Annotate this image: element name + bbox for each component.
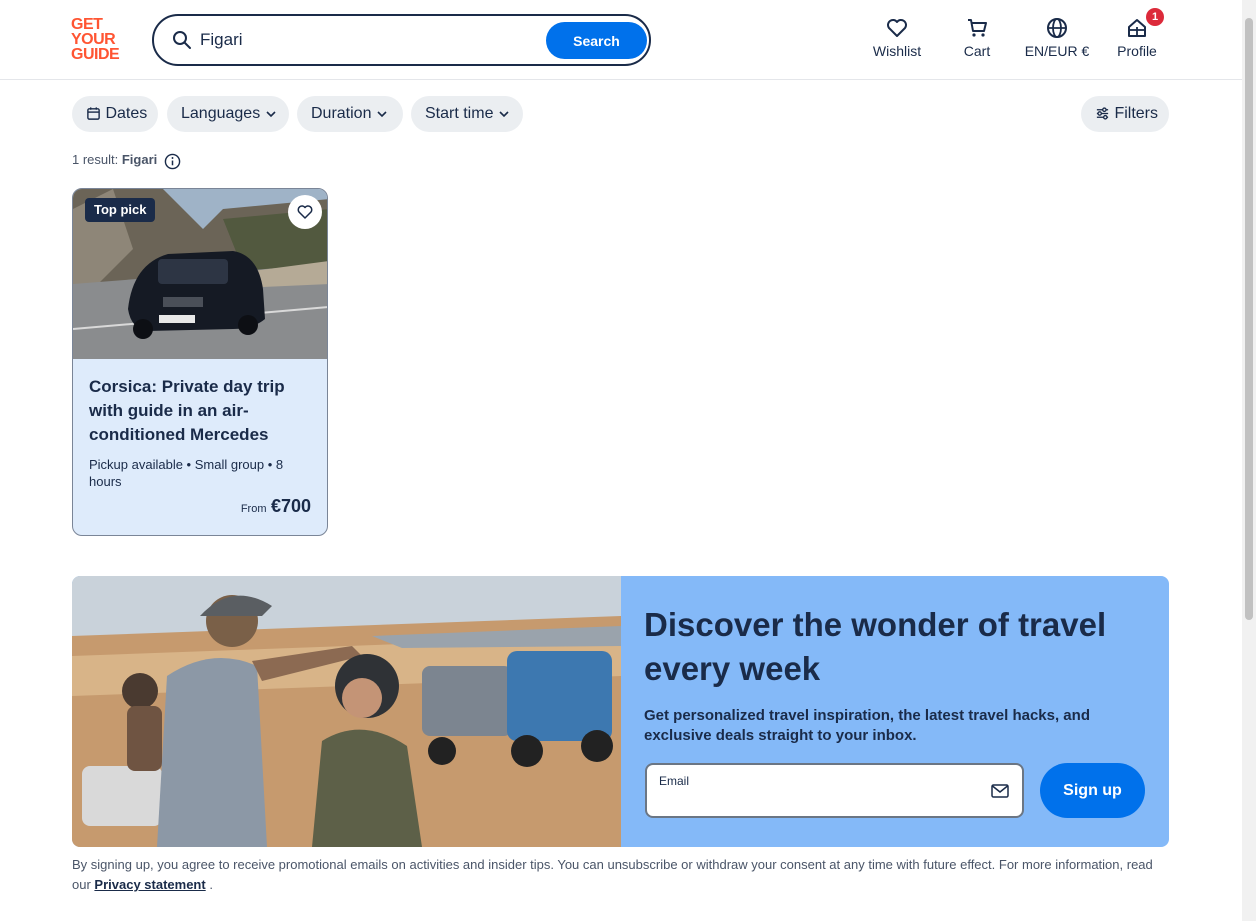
legal-notice: By signing up, you agree to receive prom… — [72, 855, 1172, 895]
filter-dates-label: Dates — [105, 105, 148, 122]
newsletter-subtitle: Get personalized travel inspiration, the… — [644, 707, 1090, 744]
logo-line: GUIDE — [71, 46, 120, 63]
filter-start-time-label: Start time — [425, 105, 494, 122]
chevron-down-icon — [377, 111, 387, 117]
nav-cart-label: Cart — [963, 43, 991, 59]
activity-details: Pickup available • Small group • 8 hours — [89, 457, 284, 489]
sliders-icon — [1096, 107, 1109, 120]
heart-icon — [297, 205, 313, 219]
filter-languages-label: Languages — [181, 105, 261, 122]
filter-start-time[interactable]: Start time — [411, 96, 523, 132]
filters-button-label: Filters — [1114, 105, 1159, 122]
calendar-icon — [87, 107, 100, 121]
result-query: Figari — [121, 152, 158, 167]
email-input[interactable] — [659, 791, 959, 811]
nav-language-label: EN/EUR € — [1024, 43, 1090, 59]
add-to-wishlist-button[interactable] — [288, 195, 322, 229]
nav-wishlist[interactable]: Wishlist — [866, 16, 928, 66]
filter-languages[interactable]: Languages — [167, 96, 289, 132]
search-bar[interactable]: Search — [152, 14, 651, 66]
activity-title[interactable]: Corsica: Private day trip with guide in … — [89, 375, 315, 447]
cart-icon — [968, 19, 987, 37]
heart-icon — [887, 19, 907, 37]
price-amount: €700 — [270, 496, 311, 516]
globe-icon — [1047, 18, 1067, 38]
nav-profile[interactable]: 1 Profile — [1110, 8, 1164, 66]
scrollbar-thumb[interactable] — [1245, 18, 1253, 620]
info-icon[interactable] — [164, 153, 181, 170]
search-button[interactable]: Search — [546, 22, 647, 59]
nav-cart[interactable]: Cart — [952, 16, 1002, 66]
email-label: Email — [659, 774, 690, 788]
privacy-statement-link[interactable]: Privacy statement — [94, 877, 205, 892]
result-count-prefix: 1 result: — [72, 152, 122, 167]
newsletter-title: Discover the wonder of travel every week — [644, 606, 1107, 687]
mail-icon — [991, 784, 1009, 798]
chevron-down-icon — [499, 111, 509, 117]
search-icon — [173, 31, 191, 49]
newsletter-image — [72, 576, 621, 847]
top-pick-badge: Top pick — [85, 198, 156, 222]
site-header: GET YOUR GUIDE Search Wishlist Cart EN/E — [0, 0, 1242, 80]
filter-duration[interactable]: Duration — [297, 96, 403, 132]
email-field[interactable]: Email — [645, 763, 1024, 818]
filters-button[interactable]: Filters — [1081, 96, 1169, 132]
sign-up-button[interactable]: Sign up — [1040, 763, 1145, 818]
nav-language-currency[interactable]: EN/EUR € — [1020, 16, 1094, 66]
result-count: 1 result: Figari — [72, 152, 157, 167]
activity-card[interactable]: Top pick Corsica: Private day trip with … — [72, 188, 328, 536]
filter-dates[interactable]: Dates — [72, 96, 158, 132]
notification-badge: 1 — [1146, 8, 1164, 26]
nav-wishlist-label: Wishlist — [872, 43, 922, 59]
chevron-down-icon — [266, 111, 276, 117]
scrollbar[interactable] — [1242, 0, 1256, 921]
getyourguide-logo[interactable]: GET YOUR GUIDE — [71, 17, 131, 63]
legal-text: By signing up, you agree to receive prom… — [72, 857, 1153, 892]
legal-suffix: . — [205, 877, 213, 892]
price-prefix: From — [240, 503, 267, 515]
filter-duration-label: Duration — [311, 105, 372, 122]
logo-line: YOUR — [71, 31, 116, 48]
logo-line: GET — [71, 16, 103, 33]
nav-profile-label: Profile — [1117, 43, 1157, 59]
activity-price: From €700 — [241, 496, 311, 517]
newsletter-banner: Discover the wonder of travel every week… — [72, 576, 1169, 847]
search-input[interactable] — [200, 27, 530, 53]
